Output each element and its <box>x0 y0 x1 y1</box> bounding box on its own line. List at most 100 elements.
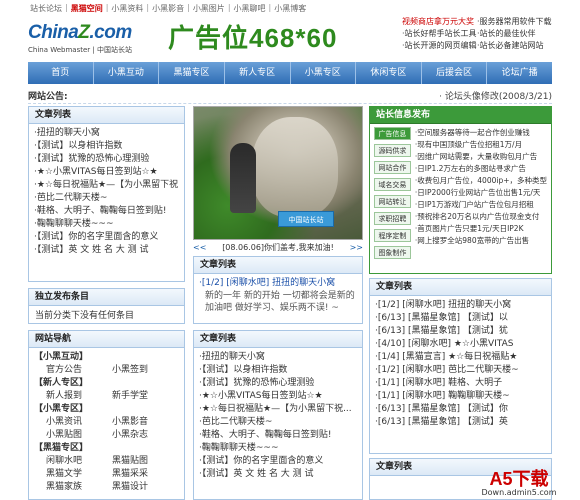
list-item[interactable]: ·鞠鞠聊聊天楼~~~ <box>34 218 179 231</box>
nav-link[interactable]: 小黑杂志 <box>112 429 178 442</box>
list-item[interactable]: ·芭比二代聊天楼~ <box>199 416 357 429</box>
nav-link[interactable]: 黑猫家族 <box>46 481 112 494</box>
list-item[interactable]: ·【测试】英 文 姓 名 大 测 试 <box>34 244 179 257</box>
list-item[interactable]: ·[6/13] [黑猫星象馆] 【测试】犹 <box>375 325 546 338</box>
announcement-label: 网站公告: <box>28 92 68 102</box>
nav-link[interactable]: 新手学堂 <box>112 390 178 403</box>
nav-link[interactable]: 小黑资讯 <box>46 416 112 429</box>
list-item[interactable]: ·[1/2] [闲聊水吧] 扭扭的聊天小窝 <box>199 277 357 290</box>
promo-link[interactable]: ·站长开源的网页编辑器 <box>402 40 477 52</box>
list-item[interactable]: ·【测试】以身相许指数 <box>199 364 357 377</box>
info-item[interactable]: ·网上搜罗全站980宽带的广告出售 <box>415 235 547 247</box>
info-item[interactable]: ·预祝排名20万名以内广告位现金支付 <box>415 211 547 223</box>
list-item[interactable]: ·★☆每日祝福贴★—【为小黑留下祝 <box>34 179 179 192</box>
promo-link[interactable]: ·站长好帮手站长工具 <box>402 28 477 40</box>
info-item[interactable]: ·日IP2000行业网站广告位出售1元/天 <box>415 187 547 199</box>
nav-link[interactable]: 黑猫贴图 <box>112 455 178 468</box>
list-item[interactable]: ·[1/2] [闲聊水吧] 扭扭的聊天小窝 <box>375 299 546 312</box>
top-link-liaoba[interactable]: 小黑聊吧 <box>234 3 266 15</box>
slideshow-next-button[interactable]: >> <box>350 243 363 252</box>
nav-link[interactable]: 官方公告 <box>46 364 112 377</box>
info-item[interactable]: ·空间服务器等待一起合作创业赚钱 <box>415 127 547 139</box>
list-item[interactable]: ·【测试】犹豫的恐怖心理测验 <box>34 153 179 166</box>
info-item[interactable]: ·现有中国顶级广告位招租1万/月 <box>415 139 547 151</box>
promo-link[interactable]: ·站长的最佳伙伴 <box>477 28 552 40</box>
list-item[interactable]: ·扭扭的聊天小窝 <box>34 127 179 140</box>
list-item[interactable]: ·芭比二代聊天楼~ <box>34 192 179 205</box>
list-item[interactable]: ·[1/4] [黑猫宣言] ★☆每日祝福贴★ <box>375 351 546 364</box>
list-item[interactable]: ·★☆每日祝福贴★—【为小黑留下祝... <box>199 403 357 416</box>
list-item-summary: 新的一年 新的开始 一切都将会是新的 加油吧 做好学习、娱乐两不误! ~ <box>205 291 355 313</box>
nav-link[interactable]: 黑猫采采 <box>112 468 178 481</box>
top-link-tupian[interactable]: 小黑图片 <box>193 3 225 15</box>
slideshow-prev-button[interactable]: << <box>193 243 206 252</box>
site-navigation: 网站导航 【小黑互动】 官方公告 小黑签到 【新人专区】 新人报到 新手学堂 【小黑… <box>28 330 185 500</box>
list-item[interactable]: ·鞋格、大明子、鞠鞠每日签到贴! <box>34 205 179 218</box>
list-item[interactable]: ·扭扭的聊天小窝 <box>199 351 357 364</box>
nav-guangbo[interactable]: 论坛广播 <box>487 62 552 84</box>
list-item[interactable]: ·鞠鞠聊聊天楼~~~ <box>199 442 357 455</box>
main-nav: 首页 小黑互动 黑猫专区 新人专区 小黑专区 休闲专区 后援会区 论坛广播 <box>28 62 552 84</box>
right-article-list: 文章列表 ·[1/2] [闲聊水吧] 扭扭的聊天小窝 ·[6/13] [黑猫星象… <box>369 278 552 454</box>
nav-link[interactable]: 新人报到 <box>46 390 112 403</box>
info-item[interactable]: ·因维广网站需要，大量收购包月广告 <box>415 151 547 163</box>
promo-link[interactable]: ·服务器常用软件下载 <box>477 16 552 28</box>
slideshow-caption-bar: << [08.06.06]你们盖考,我来加油! >> <box>193 241 363 253</box>
promo-link[interactable]: ·站长必备建站网站 <box>477 40 552 52</box>
list-item[interactable]: ·【测试】你的名字里面含的意义 <box>199 455 357 468</box>
list-item[interactable]: ·鞋格、大明子、鞠鞠每日签到贴! <box>199 429 357 442</box>
list-item[interactable]: ·【测试】你的名字里面含的意义 <box>34 231 179 244</box>
left-article-list: 文章列表 ·扭扭的聊天小窝 ·【测试】以身相许指数 ·【测试】犹豫的恐怖心理测验… <box>28 106 185 282</box>
nav-link[interactable]: 黑猫文学 <box>46 468 112 481</box>
tab-graphics[interactable]: 图象制作 <box>374 246 411 259</box>
list-item[interactable]: ·★☆小黑VITAS每日签到站☆★ <box>34 166 179 179</box>
list-item[interactable]: ·[4/10] [闲聊水吧] ★☆小黑VITAS <box>375 338 546 351</box>
nav-link[interactable]: 小黑签到 <box>112 364 178 377</box>
info-item[interactable]: ·收费包月广告位，4000ip+，多种类型 <box>415 175 547 187</box>
list-item[interactable]: ·[6/13] [黑猫星象馆] 【测试】以 <box>375 312 546 325</box>
nav-hudong[interactable]: 小黑互动 <box>94 62 160 84</box>
nav-link[interactable]: 小黑贴图 <box>46 429 112 442</box>
list-item[interactable]: ·[1/1] [闲聊水吧] 鞠鞠聊聊天楼~ <box>375 390 546 403</box>
top-link-yingyin[interactable]: 小黑影音 <box>152 3 184 15</box>
promo-link[interactable]: 视频商店拿万元大奖 <box>402 16 477 28</box>
tab-coop[interactable]: 网站合作 <box>374 161 411 174</box>
nav-heimao[interactable]: 黑猫专区 <box>159 62 225 84</box>
top-link-forum[interactable]: 站长论坛 <box>30 3 62 15</box>
section-title: 文章列表 <box>194 331 362 348</box>
list-item[interactable]: ·[6/13] [黑猫星象馆] 【测试】你 <box>375 403 546 416</box>
nav-link[interactable]: 小黑影音 <box>112 416 178 429</box>
slideshow-caption[interactable]: [08.06.06]你们盖考,我来加油! <box>222 242 334 253</box>
nav-link[interactable]: 黑猫设计 <box>112 481 178 494</box>
ad-banner[interactable]: 广告位468*60 <box>168 18 378 56</box>
top-link-boke[interactable]: 小黑博客 <box>274 3 306 15</box>
tab-ad[interactable]: 广告信息 <box>374 127 411 140</box>
list-item[interactable]: ·【测试】犹豫的恐怖心理测验 <box>199 377 357 390</box>
tab-custom[interactable]: 程序定制 <box>374 229 411 242</box>
nav-xiaohei[interactable]: 小黑专区 <box>291 62 357 84</box>
top-link-ziliao[interactable]: 小黑资料 <box>111 3 143 15</box>
nav-link[interactable]: 闲聊水吧 <box>46 455 112 468</box>
top-link-heimao[interactable]: 黑猫空间 <box>71 3 103 15</box>
list-item[interactable]: ·【测试】以身相许指数 <box>34 140 179 153</box>
info-item[interactable]: ·首页图片广告只要1元/天日IP2K <box>415 223 547 235</box>
tab-jobs[interactable]: 求职招聘 <box>374 212 411 225</box>
info-item[interactable]: ·日IP1万游戏门户站广告位包月招租 <box>415 199 547 211</box>
list-item[interactable]: ·[1/1] [闲聊水吧] 鞋格、大明子 <box>375 377 546 390</box>
info-item[interactable]: ·日IP1.2万左右的多图站寻求广告 <box>415 163 547 175</box>
tab-transfer[interactable]: 网站转让 <box>374 195 411 208</box>
list-item[interactable]: ·★☆小黑VITAS每日签到站☆★ <box>199 390 357 403</box>
nav-xiuxian[interactable]: 休闲专区 <box>356 62 422 84</box>
nav-houyuan[interactable]: 后援会区 <box>422 62 488 84</box>
announcement-link[interactable]: · 论坛头像修改(2008/3/21) <box>439 89 552 102</box>
nav-home[interactable]: 首页 <box>28 62 94 84</box>
list-item[interactable]: ·[6/13] [黑猫星象馆] 【测试】英 <box>375 416 546 429</box>
tab-source[interactable]: 源码供求 <box>374 144 411 157</box>
section-title: 站长信息发布 <box>370 107 551 124</box>
tab-domain[interactable]: 域名交易 <box>374 178 411 191</box>
list-item[interactable]: ·[1/2] [闲聊水吧] 芭比二代聊天楼~ <box>375 364 546 377</box>
nav-xinren[interactable]: 新人专区 <box>225 62 291 84</box>
slideshow-image[interactable]: 中国站长站 <box>193 106 363 240</box>
list-item[interactable]: ·【测试】英 文 姓 名 大 测 试 <box>199 468 357 481</box>
site-logo[interactable]: ChinaZ.com China Webmaster | 中国站长站 <box>28 22 138 56</box>
